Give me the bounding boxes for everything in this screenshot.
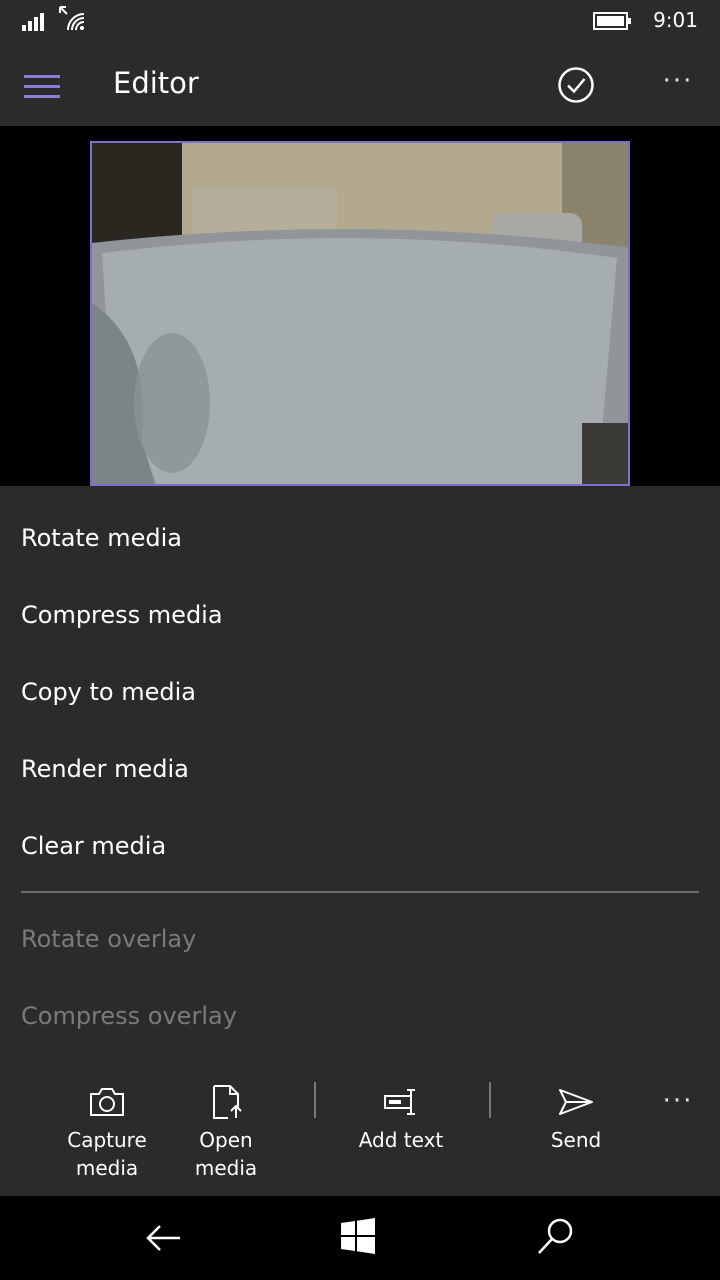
more-options-button[interactable]: ··· xyxy=(654,66,702,106)
status-bar: 9:01 xyxy=(0,0,720,44)
open-file-icon xyxy=(213,1085,242,1119)
open-media-button[interactable]: Open media xyxy=(166,1084,286,1182)
menu-item-compress-overlay: Compress overlay xyxy=(21,1002,237,1030)
open-media-label: Open media xyxy=(194,1128,258,1180)
menu-item-compress-media[interactable]: Compress media xyxy=(21,601,223,629)
text-box-icon xyxy=(384,1089,415,1115)
navigation-bar xyxy=(0,1196,720,1280)
command-bar: Capture media Open media Add text Send ·… xyxy=(0,1062,720,1196)
wifi-icon xyxy=(59,6,85,31)
send-button[interactable]: Send xyxy=(526,1084,626,1154)
media-photo[interactable] xyxy=(90,141,630,486)
editor-canvas[interactable] xyxy=(0,126,720,486)
menu-item-copy-to-media[interactable]: Copy to media xyxy=(21,678,196,706)
battery-icon xyxy=(593,12,631,30)
camera-icon xyxy=(90,1088,124,1116)
signal-bars-icon xyxy=(22,13,44,31)
app-bar: Editor ··· xyxy=(0,44,720,126)
menu-item-rotate-media[interactable]: Rotate media xyxy=(21,524,182,552)
search-icon[interactable] xyxy=(536,1216,576,1256)
status-time: 9:01 xyxy=(653,8,698,32)
windows-logo-icon[interactable] xyxy=(340,1218,376,1254)
options-menu: Rotate media Compress media Copy to medi… xyxy=(0,486,720,1062)
command-separator xyxy=(489,1082,491,1118)
checkmark-circle-icon[interactable] xyxy=(557,66,595,104)
send-label: Send xyxy=(550,1128,602,1152)
capture-media-button[interactable]: Capture media xyxy=(57,1084,157,1182)
menu-item-rotate-overlay: Rotate overlay xyxy=(21,925,197,953)
menu-item-render-media[interactable]: Render media xyxy=(21,755,189,783)
add-text-label: Add text xyxy=(358,1128,444,1152)
back-arrow-icon[interactable] xyxy=(144,1218,184,1258)
command-separator xyxy=(314,1082,316,1118)
send-icon xyxy=(559,1089,593,1115)
mug-photo-image xyxy=(92,143,628,484)
capture-label-line2: media xyxy=(75,1156,139,1180)
capture-label-line1: Capture xyxy=(67,1128,147,1152)
menu-item-clear-media[interactable]: Clear media xyxy=(21,832,166,860)
hamburger-menu-icon[interactable] xyxy=(20,66,64,106)
menu-divider xyxy=(21,891,699,893)
more-commands-button[interactable]: ··· xyxy=(654,1086,702,1118)
page-title: Editor xyxy=(113,66,199,100)
add-text-button[interactable]: Add text xyxy=(351,1084,451,1154)
